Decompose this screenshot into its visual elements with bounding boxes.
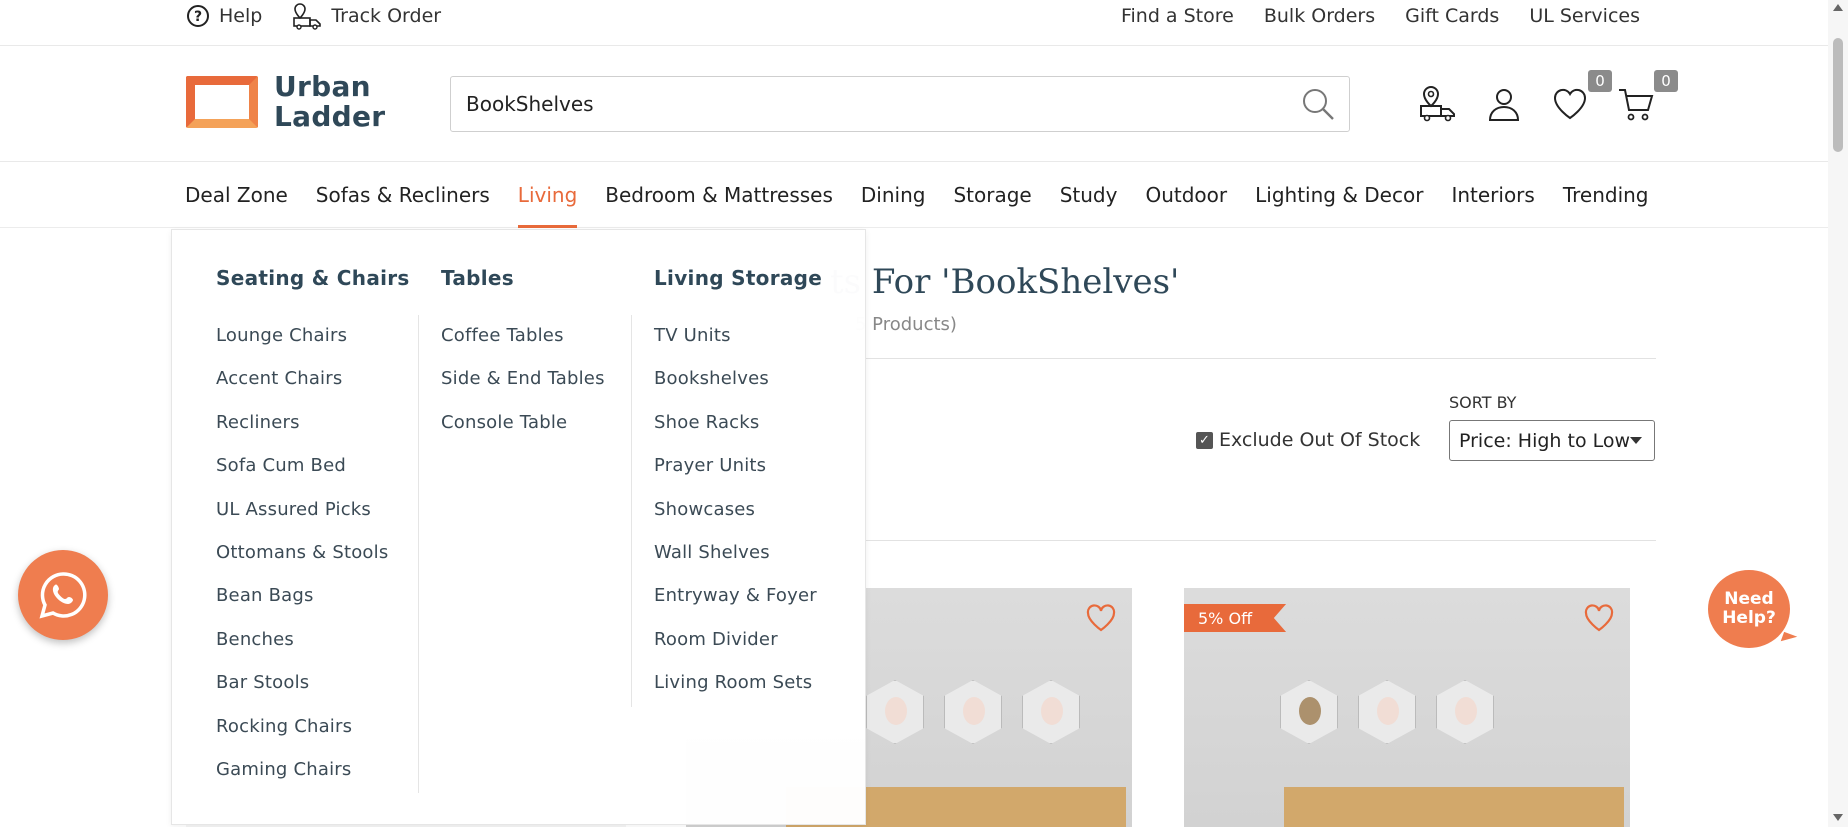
wall-decor-hex: [944, 680, 1002, 744]
menu-column-title: Living Storage: [654, 266, 823, 290]
ul-services-link[interactable]: UL Services: [1529, 5, 1640, 27]
chevron-down-icon: [1630, 437, 1642, 444]
nav-study[interactable]: Study: [1046, 162, 1132, 228]
need-help-button[interactable]: Need Help?: [1708, 570, 1790, 648]
cart-icon: [1619, 89, 1654, 121]
menu-item[interactable]: Coffee Tables: [441, 324, 605, 367]
nav-deal-zone[interactable]: Deal Zone: [185, 162, 302, 228]
menu-item[interactable]: Shoe Racks: [654, 411, 817, 454]
wall-decor-hex: [1022, 680, 1080, 744]
header: Urban Ladder 0 0: [0, 46, 1828, 162]
menu-item[interactable]: Ottomans & Stools: [216, 541, 388, 584]
menu-item[interactable]: Bar Stools: [216, 671, 388, 714]
menu-item[interactable]: Showcases: [654, 498, 817, 541]
heart-icon: [1553, 88, 1587, 120]
scrollbar[interactable]: [1828, 0, 1848, 827]
menu-item[interactable]: Bean Bags: [216, 584, 388, 627]
nav-interiors[interactable]: Interiors: [1437, 162, 1548, 228]
scroll-down-icon[interactable]: [1833, 814, 1843, 821]
nav-bedroom-mattresses[interactable]: Bedroom & Mattresses: [591, 162, 847, 228]
wall-decor-hex: [1280, 680, 1338, 744]
nav-living[interactable]: Living: [504, 162, 591, 228]
nav-trending[interactable]: Trending: [1549, 162, 1663, 228]
sort-by-value: Price: High to Low: [1459, 429, 1631, 452]
menu-item[interactable]: Wall Shelves: [654, 541, 817, 584]
menu-item[interactable]: Living Room Sets: [654, 671, 817, 714]
menu-item[interactable]: Side & End Tables: [441, 367, 605, 410]
results-title: ts For 'BookShelves': [830, 262, 1180, 302]
menu-item[interactable]: Entryway & Foyer: [654, 584, 817, 627]
search-icon[interactable]: [1301, 87, 1335, 121]
wishlist-heart-icon[interactable]: [1086, 604, 1116, 632]
menu-item[interactable]: Benches: [216, 628, 388, 671]
logo-text: Urban Ladder: [274, 70, 386, 133]
main-nav: Deal Zone Sofas & Recliners Living Bedro…: [0, 162, 1828, 228]
menu-item[interactable]: UL Assured Picks: [216, 498, 388, 541]
whatsapp-icon: [39, 572, 87, 619]
menu-item[interactable]: Prayer Units: [654, 454, 817, 497]
store-locator-button[interactable]: [1418, 84, 1458, 124]
wall-decor-hex: [1358, 680, 1416, 744]
gift-cards-link[interactable]: Gift Cards: [1405, 5, 1499, 27]
whatsapp-button[interactable]: [18, 550, 108, 640]
product-card[interactable]: 5% Off: [1184, 588, 1630, 827]
nav-sofas-recliners[interactable]: Sofas & Recliners: [302, 162, 504, 228]
nav-dining[interactable]: Dining: [847, 162, 940, 228]
delivery-location-icon: [1420, 85, 1455, 122]
wishlist-button[interactable]: 0: [1550, 70, 1612, 124]
exclude-label: Exclude Out Of Stock: [1219, 429, 1421, 451]
menu-item[interactable]: TV Units: [654, 324, 817, 367]
nav-outdoor[interactable]: Outdoor: [1131, 162, 1241, 228]
scrollbar-thumb[interactable]: [1833, 38, 1843, 152]
search-input[interactable]: [466, 92, 1286, 116]
logo-mark: [186, 76, 258, 128]
scroll-up-icon[interactable]: [1833, 4, 1843, 11]
menu-item[interactable]: Room Divider: [654, 628, 817, 671]
discount-badge: 5% Off: [1184, 604, 1287, 632]
menu-item[interactable]: Sofa Cum Bed: [216, 454, 388, 497]
help-icon: ?: [187, 5, 209, 27]
menu-item[interactable]: Bookshelves: [654, 367, 817, 410]
menu-column-title: Tables: [441, 266, 515, 290]
bulk-orders-link[interactable]: Bulk Orders: [1264, 5, 1375, 27]
cart-count-badge: 0: [1654, 70, 1678, 92]
truck-location-icon: [293, 3, 322, 30]
page: ? Help Track Order Find a Store Bulk Ord…: [0, 0, 1848, 827]
cart-button[interactable]: 0: [1616, 70, 1678, 124]
find-store-link[interactable]: Find a Store: [1121, 5, 1234, 27]
track-order-label: Track Order: [331, 5, 442, 27]
track-order-link[interactable]: Track Order: [292, 2, 441, 30]
exclude-out-of-stock[interactable]: ✓ Exclude Out Of Stock: [1196, 429, 1420, 451]
utility-bar: ? Help Track Order Find a Store Bulk Ord…: [0, 0, 1828, 46]
menu-column-title: Seating & Chairs: [216, 266, 410, 290]
svg-text:?: ?: [194, 9, 202, 25]
user-icon: [1488, 89, 1520, 121]
wall-decor-hex: [1436, 680, 1494, 744]
menu-item[interactable]: Rocking Chairs: [216, 715, 388, 758]
menu-item[interactable]: Recliners: [216, 411, 388, 454]
need-help-label: Need Help?: [1722, 589, 1776, 628]
wishlist-heart-icon[interactable]: [1584, 604, 1614, 632]
wall-decor-hex: [866, 680, 924, 744]
wishlist-count-badge: 0: [1588, 70, 1612, 92]
menu-item[interactable]: Gaming Chairs: [216, 758, 388, 801]
menu-item[interactable]: Console Table: [441, 411, 605, 454]
menu-item[interactable]: Lounge Chairs: [216, 324, 388, 367]
search-bar: [450, 76, 1350, 132]
sort-by-select[interactable]: Price: High to Low: [1449, 420, 1655, 461]
urban-ladder-logo[interactable]: Urban Ladder: [186, 72, 385, 132]
shelf-graphic: [1284, 787, 1624, 827]
account-button[interactable]: [1484, 84, 1524, 124]
living-mega-menu: Seating & Chairs Lounge Chairs Accent Ch…: [171, 229, 866, 825]
menu-item[interactable]: Accent Chairs: [216, 367, 388, 410]
help-label: Help: [219, 5, 263, 27]
checkbox-checked[interactable]: ✓: [1196, 431, 1213, 449]
results-count: 5 Products): [855, 314, 957, 335]
sort-by-label: SORT BY: [1449, 393, 1517, 412]
help-link[interactable]: ? Help: [186, 4, 262, 28]
nav-lighting-decor[interactable]: Lighting & Decor: [1241, 162, 1437, 228]
nav-storage[interactable]: Storage: [939, 162, 1045, 228]
